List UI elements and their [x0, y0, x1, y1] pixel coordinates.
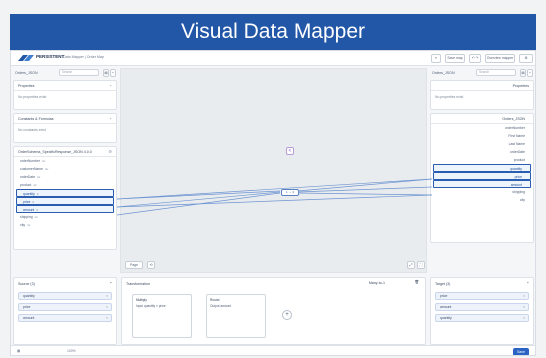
source-item-label: price [23, 305, 31, 309]
source-item[interactable]: amount × [18, 314, 112, 322]
transform-card-body: Output amount [210, 304, 232, 308]
mapping-line [297, 192, 433, 196]
transform-card[interactable]: Round Output amount [206, 294, 266, 338]
add-icon[interactable]: + [110, 281, 112, 285]
add-transform-icon[interactable]: + [282, 310, 292, 320]
banner-title: Visual Data Mapper [10, 14, 536, 50]
target-summary-header: Target (3) + [431, 278, 533, 289]
frame: Visual Data Mapper PERSISTENT Data Mappe… [0, 0, 546, 358]
source-summary-header: Source (3) + [14, 278, 116, 289]
transformation-header: Transformation Many-to-1 🗑 [122, 278, 425, 289]
app-window: PERSISTENT Data Mapper | Order Map ≡ Sav… [10, 50, 536, 356]
zoom-text: 100% [67, 349, 76, 353]
source-item-label: amount [23, 316, 35, 320]
source-item-label: quantity [23, 294, 35, 298]
target-item-label: quantity [440, 316, 452, 320]
transform-card-body: Input quantity × price [136, 304, 166, 308]
transform-card-title: Round [210, 298, 220, 302]
transformation-title: Transformation [126, 282, 151, 286]
target-item[interactable]: quantity × [435, 314, 529, 322]
source-summary-title: Source (3) [18, 282, 35, 286]
target-item[interactable]: amount × [435, 303, 529, 311]
target-item-label: amount [440, 305, 452, 309]
transform-card[interactable]: Multiply Input quantity × price [132, 294, 192, 338]
source-item[interactable]: quantity × [18, 292, 112, 300]
transformation-panel: Transformation Many-to-1 🗑 Multiply Inpu… [121, 277, 426, 345]
close-icon[interactable]: × [523, 316, 525, 320]
target-summary-panel: Target (3) + price × amount × quantity × [430, 277, 534, 345]
source-item[interactable]: price × [18, 303, 112, 311]
mapping-line [116, 191, 281, 208]
close-icon[interactable]: × [106, 316, 108, 320]
source-summary-panel: Source (3) + quantity × price × amount × [13, 277, 117, 345]
transform-mode-select[interactable]: Many-to-1 [369, 281, 385, 285]
target-item[interactable]: price × [435, 292, 529, 300]
save-button[interactable]: Save [513, 348, 529, 355]
target-summary-title: Target (3) [435, 282, 451, 286]
mapping-line [116, 190, 281, 200]
close-icon[interactable]: × [106, 305, 108, 309]
add-icon[interactable]: + [527, 281, 529, 285]
close-icon[interactable]: × [106, 294, 108, 298]
target-item-label: price [440, 294, 448, 298]
close-icon[interactable]: × [523, 294, 525, 298]
footer-bar: ▦ 100% Save [11, 345, 535, 355]
transform-card-title: Multiply [136, 298, 147, 302]
bottom-panels: Source (3) + quantity × price × amount × Tr… [13, 277, 534, 345]
close-icon[interactable]: × [523, 305, 525, 309]
trash-icon[interactable]: 🗑 [414, 280, 419, 284]
grid-icon[interactable]: ▦ [17, 349, 20, 353]
